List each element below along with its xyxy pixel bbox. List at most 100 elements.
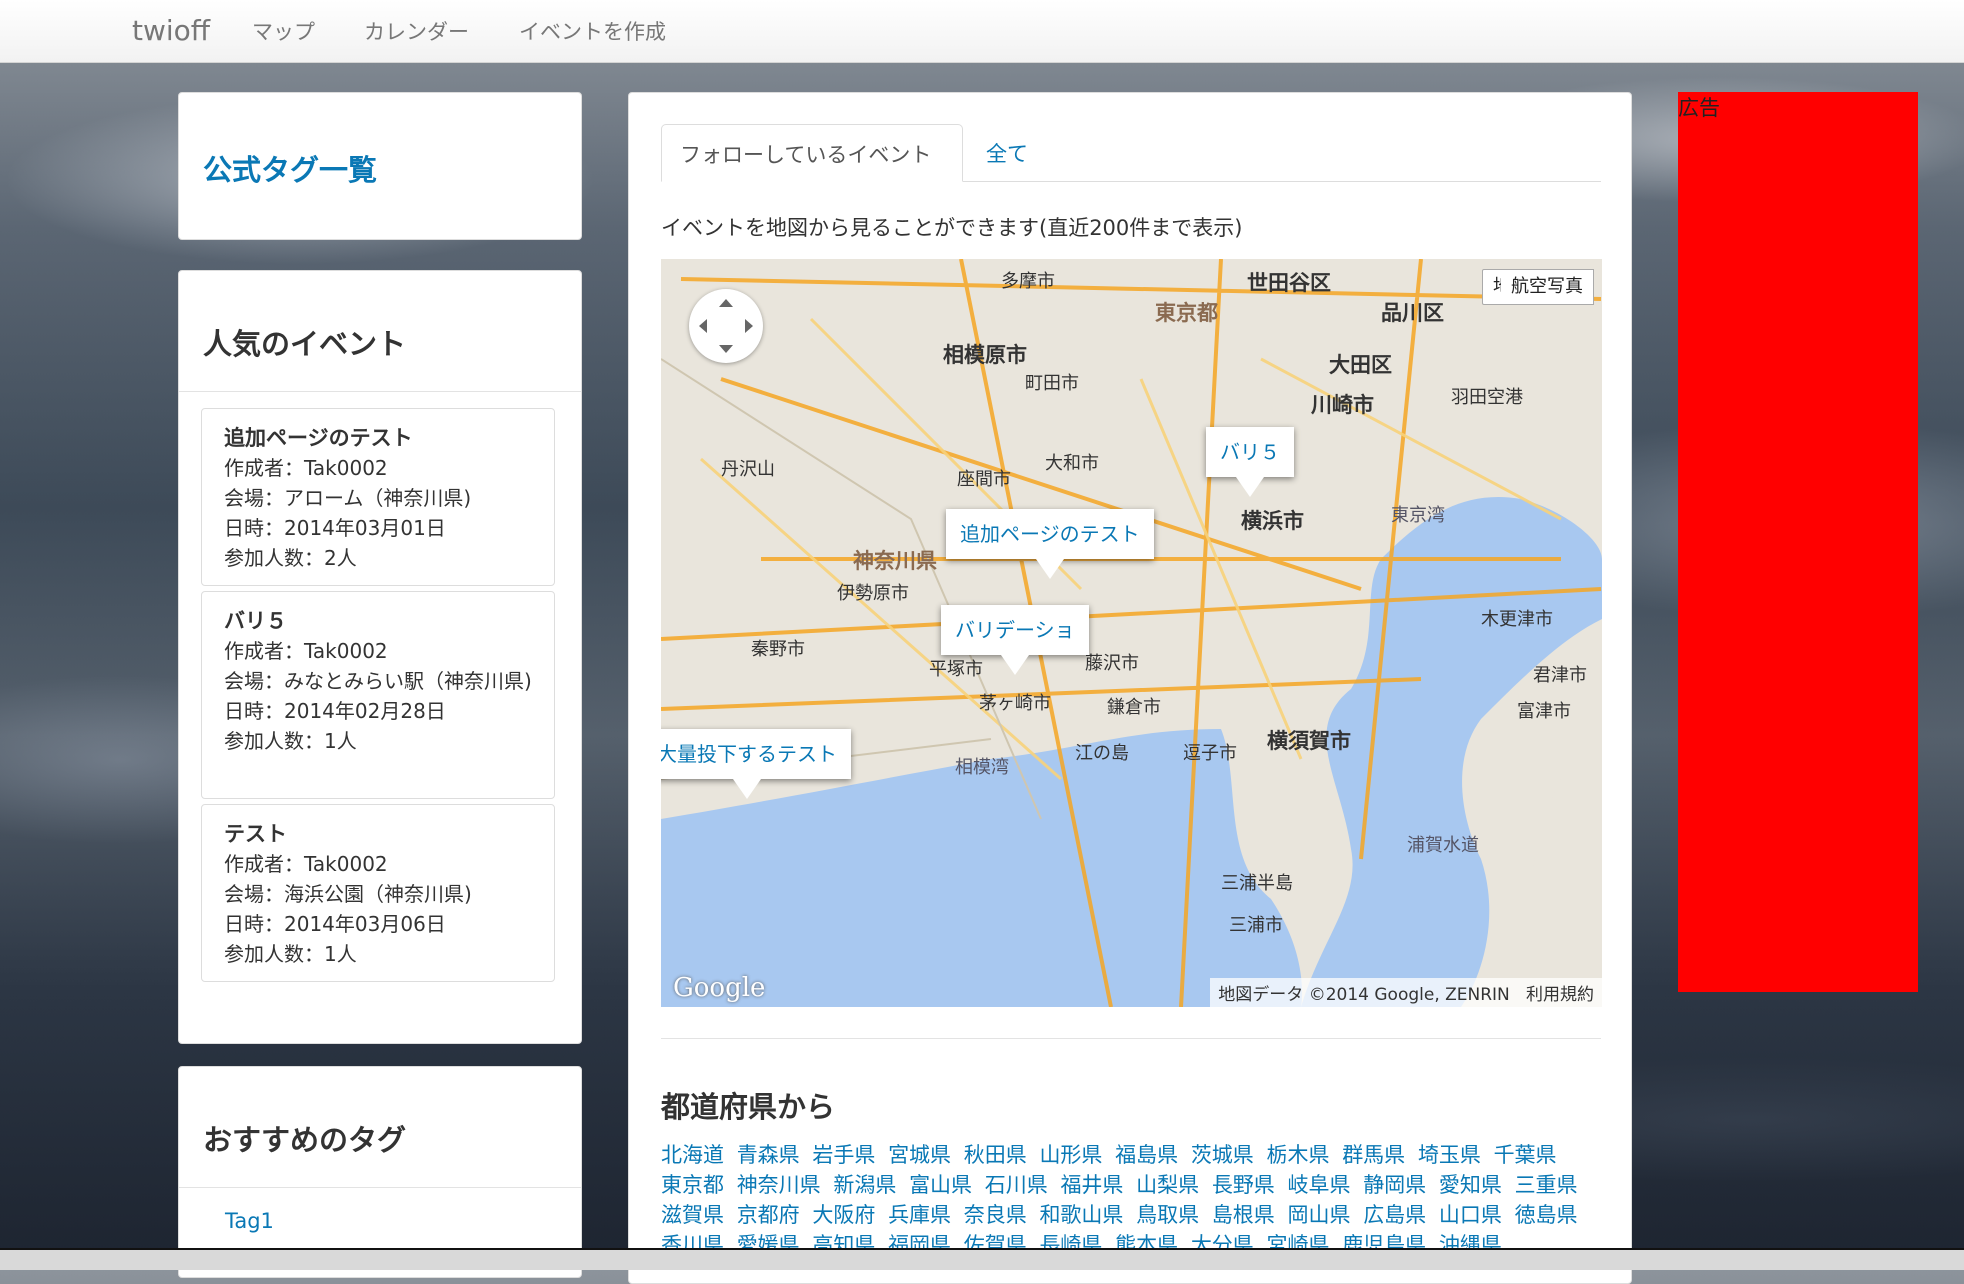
prefecture-link[interactable]: 静岡県 (1363, 1173, 1426, 1197)
prefecture-link[interactable]: 山口県 (1439, 1203, 1502, 1227)
map-place-label: 富津市 (1517, 701, 1571, 722)
map-place-label: 品川区 (1381, 301, 1444, 325)
prefecture-link[interactable]: 三重県 (1515, 1173, 1578, 1197)
prefecture-link[interactable]: 秋田県 (964, 1143, 1027, 1167)
prefecture-link[interactable]: 群馬県 (1342, 1143, 1405, 1167)
popular-events-heading: 人気のイベント (203, 327, 407, 361)
prefecture-link[interactable]: 岐阜県 (1288, 1173, 1351, 1197)
prefecture-link[interactable]: 奈良県 (964, 1203, 1027, 1227)
map-marker-info[interactable]: 大量投下するテスト (661, 729, 851, 799)
event-creator: 作成者：Tak0002 (224, 639, 388, 663)
map-tiles (661, 259, 1602, 1007)
prefecture-link[interactable]: 福井県 (1060, 1173, 1123, 1197)
map-place-label: 大田区 (1329, 353, 1392, 377)
map-place-label: 東京都 (1155, 301, 1218, 325)
prefecture-link[interactable]: 山形県 (1039, 1143, 1102, 1167)
prefecture-link[interactable]: 愛知県 (1439, 1173, 1502, 1197)
map-place-label: 羽田空港 (1451, 387, 1523, 408)
prefecture-heading: 都道府県から (661, 1090, 836, 1124)
event-venue: 会場：みなとみらい駅（神奈川県) (224, 669, 532, 693)
map-type-satellite-button[interactable]: 航空写真 (1501, 269, 1594, 305)
prefecture-link[interactable]: 徳島県 (1515, 1203, 1578, 1227)
event-participants: 参加人数：1人 (224, 729, 357, 753)
brand-logo[interactable]: twioff (132, 14, 210, 47)
prefecture-link[interactable]: 茨城県 (1191, 1143, 1254, 1167)
event-title[interactable]: 追加ページのテスト (224, 423, 532, 453)
event-creator: 作成者：Tak0002 (224, 456, 388, 480)
event-date: 日時：2014年03月01日 (224, 516, 446, 540)
tag-link[interactable]: Tag1 (225, 1209, 274, 1233)
prefecture-link[interactable]: 青森県 (737, 1143, 800, 1167)
prefecture-link[interactable]: 滋賀県 (661, 1203, 724, 1227)
map-marker-info[interactable]: バリ５ (1206, 427, 1294, 497)
map-place-label: 多摩市 (1001, 271, 1055, 292)
prefecture-link[interactable]: 神奈川県 (737, 1173, 821, 1197)
map-place-label: 大和市 (1045, 453, 1099, 474)
recommended-tags-panel: おすすめのタグ Tag1 (178, 1066, 582, 1278)
event-map[interactable]: 地図 航空写真 世田谷区 品川区 大田区 東京都 相模原市 町田市 川崎市 大和… (661, 259, 1602, 1007)
map-attribution-text: 地図データ ©2014 Google, ZENRIN (1218, 985, 1510, 1005)
map-place-label: 三浦市 (1229, 915, 1283, 936)
map-place-label: 川崎市 (1311, 393, 1374, 417)
event-venue: 会場：海浜公園（神奈川県) (224, 882, 472, 906)
map-place-label: 神奈川県 (853, 549, 937, 573)
prefecture-link[interactable]: 東京都 (661, 1173, 724, 1197)
map-attribution: 地図データ ©2014 Google, ZENRIN 利用規約 (1210, 978, 1602, 1007)
prefecture-link[interactable]: 和歌山県 (1039, 1203, 1123, 1227)
panel-divider (179, 1187, 581, 1188)
event-venue: 会場：アローム（神奈川県) (224, 486, 472, 510)
prefecture-link[interactable]: 兵庫県 (888, 1203, 951, 1227)
prefecture-link[interactable]: 鳥取県 (1136, 1203, 1199, 1227)
prefecture-link[interactable]: 石川県 (985, 1173, 1048, 1197)
nav-link-map[interactable]: マップ (252, 16, 315, 46)
prefecture-link[interactable]: 栃木県 (1267, 1143, 1330, 1167)
event-card[interactable]: 追加ページのテスト 作成者：Tak0002 会場：アローム（神奈川県) 日時：2… (201, 408, 555, 586)
event-participants: 参加人数：2人 (224, 546, 357, 570)
tab-following-events[interactable]: フォローしているイベント (661, 124, 963, 182)
event-participants: 参加人数：1人 (224, 942, 357, 966)
event-card[interactable]: テスト 作成者：Tak0002 会場：海浜公園（神奈川県) 日時：2014年03… (201, 804, 555, 982)
prefecture-link[interactable]: 埼玉県 (1418, 1143, 1481, 1167)
map-place-label: 平塚市 (929, 659, 983, 680)
map-place-label: 茅ヶ崎市 (979, 693, 1051, 714)
prefecture-link[interactable]: 広島県 (1363, 1203, 1426, 1227)
prefecture-link[interactable]: 千葉県 (1494, 1143, 1557, 1167)
ad-label: 広告 (1678, 96, 1720, 120)
event-card[interactable]: バリ５ 作成者：Tak0002 会場：みなとみらい駅（神奈川県) 日時：2014… (201, 591, 555, 799)
section-divider (661, 1038, 1601, 1039)
prefecture-link[interactable]: 新潟県 (833, 1173, 896, 1197)
prefecture-link[interactable]: 富山県 (909, 1173, 972, 1197)
pan-control[interactable] (689, 289, 763, 363)
nav-link-calendar[interactable]: カレンダー (364, 16, 469, 46)
ad-banner[interactable] (1678, 92, 1918, 992)
tab-all[interactable]: 全て (986, 124, 1066, 182)
map-place-label: 鎌倉市 (1107, 697, 1161, 718)
top-navbar: twioff マップ カレンダー イベントを作成 (0, 0, 1964, 63)
official-tags-link[interactable]: 公式タグ一覧 (203, 147, 377, 189)
prefecture-link[interactable]: 大阪府 (812, 1203, 875, 1227)
popular-events-panel: 人気のイベント 追加ページのテスト 作成者：Tak0002 会場：アローム（神奈… (178, 270, 582, 1044)
prefecture-link[interactable]: 山梨県 (1136, 1173, 1199, 1197)
prefecture-link[interactable]: 京都府 (737, 1203, 800, 1227)
prefecture-link[interactable]: 島根県 (1212, 1203, 1275, 1227)
map-place-label: 東京湾 (1391, 505, 1445, 526)
map-place-label: 秦野市 (751, 639, 805, 660)
map-place-label: 君津市 (1533, 665, 1587, 686)
map-place-label: 横浜市 (1241, 509, 1304, 533)
prefecture-link[interactable]: 宮城県 (888, 1143, 951, 1167)
map-marker-info[interactable]: バリデーショ (941, 605, 1089, 675)
prefecture-link[interactable]: 北海道 (661, 1143, 724, 1167)
google-logo: Google (673, 973, 766, 1003)
nav-link-create-event[interactable]: イベントを作成 (519, 16, 666, 46)
prefecture-link[interactable]: 長野県 (1212, 1173, 1275, 1197)
event-date: 日時：2014年02月28日 (224, 699, 446, 723)
map-terms-link[interactable]: 利用規約 (1526, 985, 1594, 1005)
map-marker-info[interactable]: 追加ページのテスト (946, 509, 1154, 579)
prefecture-link[interactable]: 岩手県 (812, 1143, 875, 1167)
event-title[interactable]: バリ５ (224, 606, 532, 636)
map-place-label: 丹沢山 (721, 459, 775, 480)
map-place-label: 相模湾 (955, 757, 1009, 778)
event-title[interactable]: テスト (224, 819, 532, 849)
prefecture-link[interactable]: 福島県 (1115, 1143, 1178, 1167)
prefecture-link[interactable]: 岡山県 (1288, 1203, 1351, 1227)
